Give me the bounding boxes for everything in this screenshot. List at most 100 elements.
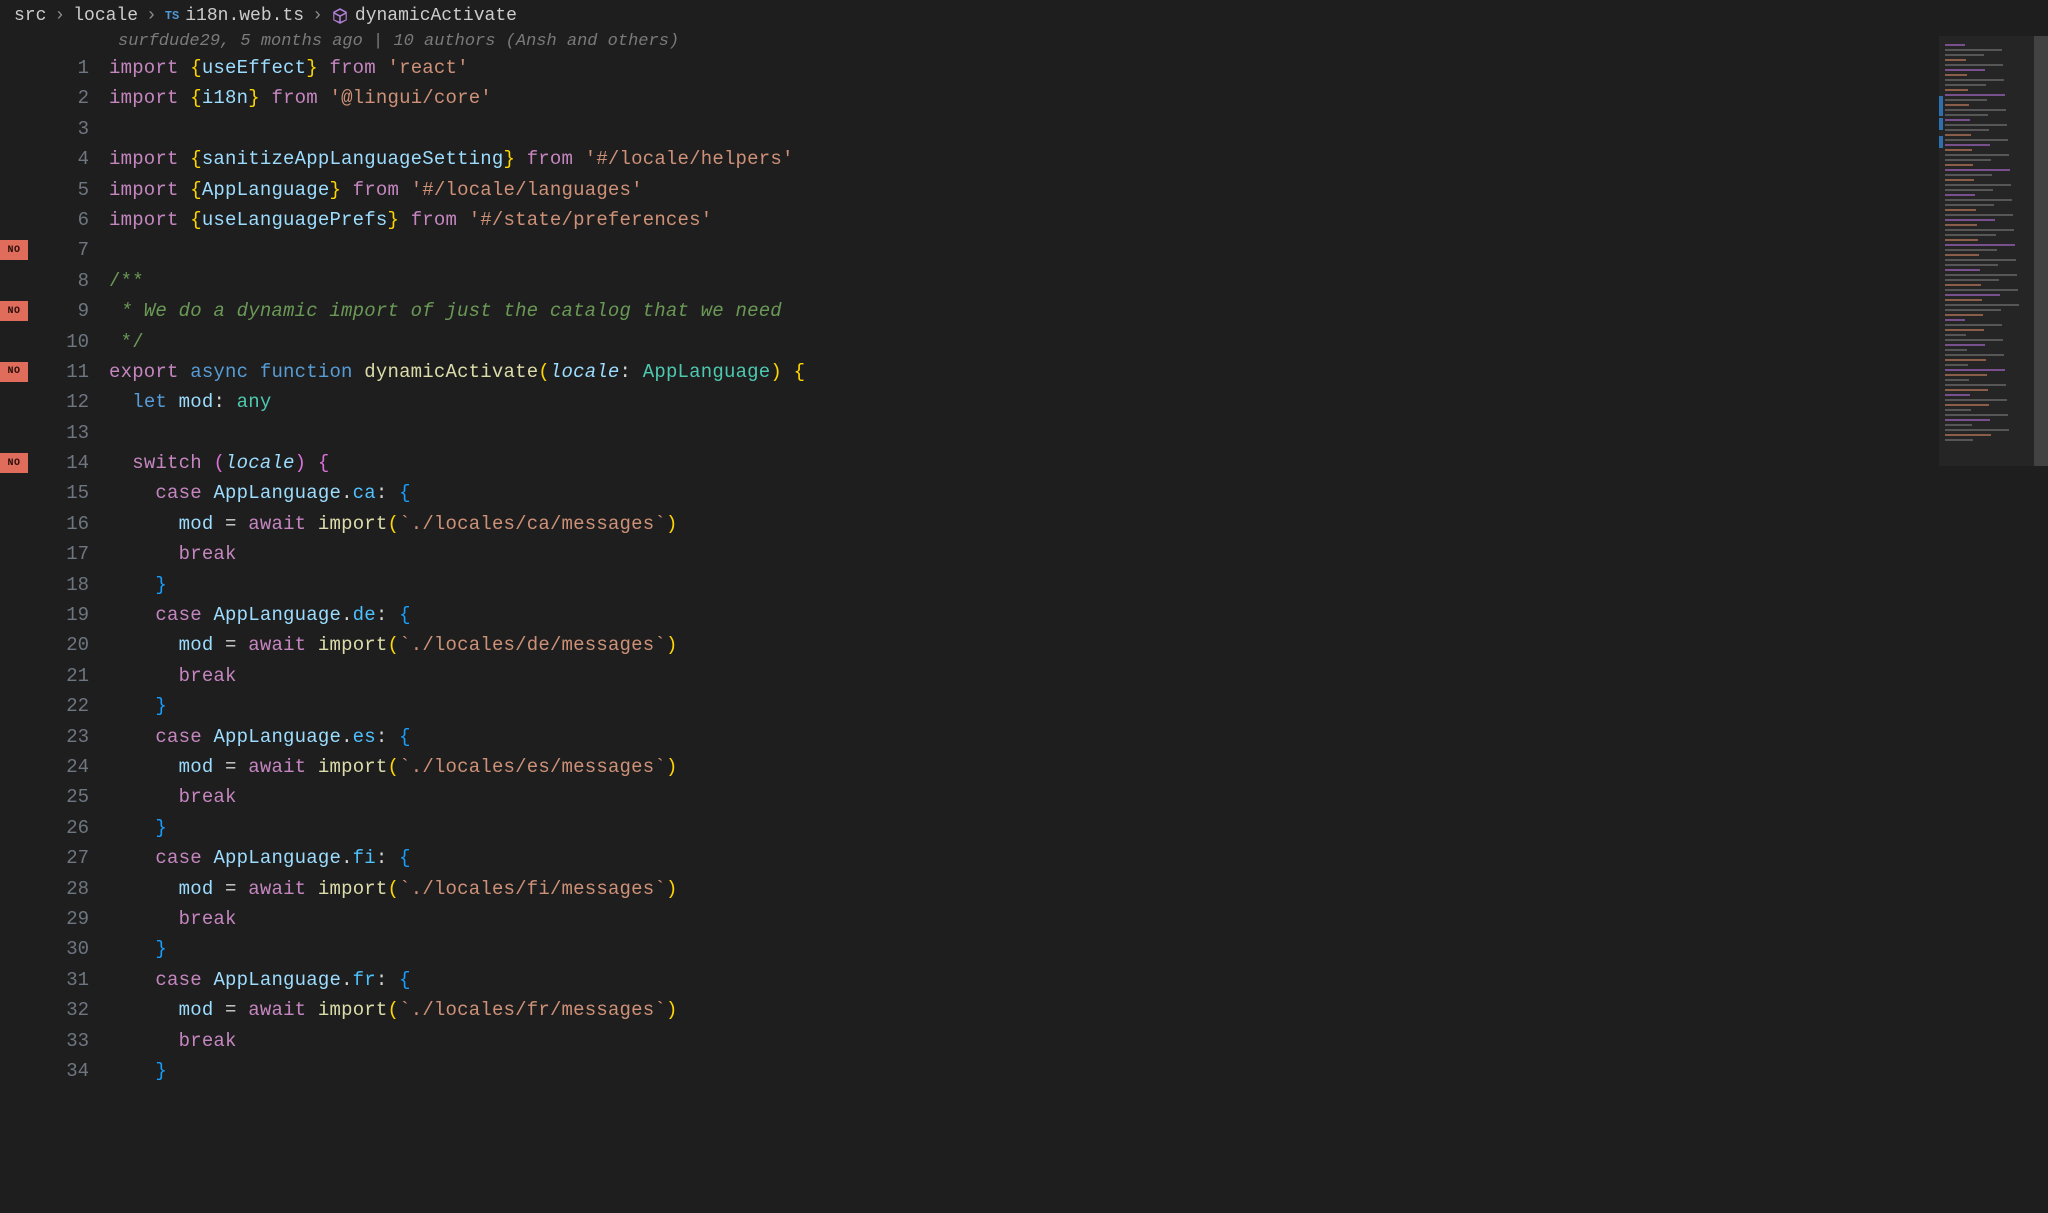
code-line[interactable]: 5import {AppLanguage} from '#/locale/lan… [0,175,2048,205]
line-number[interactable]: 20 [49,630,109,660]
code-line[interactable]: 33 break [0,1026,2048,1056]
code-line[interactable]: NO 11export async function dynamicActivat… [0,357,2048,387]
line-number[interactable]: 29 [49,904,109,934]
line-number[interactable]: 32 [49,995,109,1025]
code-content[interactable]: break [109,782,237,812]
diagnostic-badge[interactable]: NO [0,301,28,321]
code-line[interactable]: 23 case AppLanguage.es: { [0,722,2048,752]
code-content[interactable]: mod = await import(`./locales/fr/message… [109,995,678,1025]
line-number[interactable]: 14 [49,448,109,478]
code-line[interactable]: 25 break [0,782,2048,812]
line-number[interactable]: 2 [49,83,109,113]
code-line[interactable]: 30 } [0,934,2048,964]
code-content[interactable]: import {useLanguagePrefs} from '#/state/… [109,205,712,235]
code-content[interactable]: break [109,661,237,691]
line-number[interactable]: 3 [49,114,109,144]
code-line[interactable]: 26 } [0,813,2048,843]
line-number[interactable]: 1 [49,53,109,83]
code-line[interactable]: 21 break [0,661,2048,691]
line-number[interactable]: 18 [49,570,109,600]
code-line[interactable]: 20 mod = await import(`./locales/de/mess… [0,630,2048,660]
line-number[interactable]: 6 [49,205,109,235]
diagnostic-badge[interactable]: NO [0,240,28,260]
code-line[interactable]: 12 let mod: any [0,387,2048,417]
line-number[interactable]: 26 [49,813,109,843]
code-lines[interactable]: 1import {useEffect} from 'react'2import … [0,53,2048,1086]
code-line[interactable]: 10 */ [0,327,2048,357]
line-number[interactable]: 10 [49,327,109,357]
line-number[interactable]: 8 [49,266,109,296]
line-number[interactable]: 27 [49,843,109,873]
code-content[interactable]: break [109,539,237,569]
code-content[interactable]: * We do a dynamic import of just the cat… [109,296,782,326]
code-line[interactable]: 27 case AppLanguage.fi: { [0,843,2048,873]
diagnostic-badge[interactable]: NO [0,453,28,473]
code-line[interactable]: 32 mod = await import(`./locales/fr/mess… [0,995,2048,1025]
code-content[interactable]: break [109,904,237,934]
code-content[interactable]: } [109,1056,167,1086]
code-line[interactable]: 16 mod = await import(`./locales/ca/mess… [0,509,2048,539]
line-number[interactable]: 24 [49,752,109,782]
code-line[interactable]: NO 9 * We do a dynamic import of just the… [0,296,2048,326]
code-content[interactable]: */ [109,327,144,357]
line-number[interactable]: 23 [49,722,109,752]
line-number[interactable]: 11 [49,357,109,387]
code-content[interactable]: let mod: any [109,387,271,417]
code-line[interactable]: 13 [0,418,2048,448]
code-content[interactable]: import {sanitizeAppLanguageSetting} from… [109,144,794,174]
code-line[interactable]: 8/** [0,266,2048,296]
line-number[interactable]: 22 [49,691,109,721]
code-content[interactable]: break [109,1026,237,1056]
line-number[interactable]: 7 [49,235,109,265]
code-content[interactable]: mod = await import(`./locales/es/message… [109,752,678,782]
code-content[interactable]: switch (locale) { [109,448,330,478]
code-line[interactable]: 28 mod = await import(`./locales/fi/mess… [0,874,2048,904]
line-number[interactable]: 19 [49,600,109,630]
line-number[interactable]: 12 [49,387,109,417]
breadcrumb-file[interactable]: TS i18n.web.ts [165,6,304,26]
code-content[interactable]: case AppLanguage.fr: { [109,965,411,995]
code-content[interactable]: export async function dynamicActivate(lo… [109,357,805,387]
code-line[interactable]: NO 14 switch (locale) { [0,448,2048,478]
breadcrumb-symbol[interactable]: dynamicActivate [331,6,517,26]
code-line[interactable]: 22 } [0,691,2048,721]
code-content[interactable]: import {useEffect} from 'react' [109,53,469,83]
breadcrumb-folder[interactable]: src [14,6,46,26]
code-content[interactable]: case AppLanguage.ca: { [109,478,411,508]
line-number[interactable]: 5 [49,175,109,205]
line-number[interactable]: 13 [49,418,109,448]
line-number[interactable]: 16 [49,509,109,539]
line-number[interactable]: 25 [49,782,109,812]
code-content[interactable]: } [109,934,167,964]
code-line[interactable]: 19 case AppLanguage.de: { [0,600,2048,630]
line-number[interactable]: 9 [49,296,109,326]
code-content[interactable]: import {i18n} from '@lingui/core' [109,83,492,113]
code-content[interactable]: mod = await import(`./locales/de/message… [109,630,678,660]
line-number[interactable]: 30 [49,934,109,964]
code-content[interactable]: mod = await import(`./locales/fi/message… [109,874,678,904]
diagnostic-badge[interactable]: NO [0,362,28,382]
line-number[interactable]: 15 [49,478,109,508]
line-number[interactable]: 4 [49,144,109,174]
code-line[interactable]: 1import {useEffect} from 'react' [0,53,2048,83]
code-content[interactable]: /** [109,266,144,296]
line-number[interactable]: 34 [49,1056,109,1086]
code-line[interactable]: 29 break [0,904,2048,934]
code-content[interactable]: case AppLanguage.fi: { [109,843,411,873]
code-line[interactable]: 18 } [0,570,2048,600]
minimap-scrollbar[interactable] [2034,36,2048,466]
code-line[interactable]: 34 } [0,1056,2048,1086]
code-content[interactable]: import {AppLanguage} from '#/locale/lang… [109,175,643,205]
line-number[interactable]: 33 [49,1026,109,1056]
code-line[interactable]: 15 case AppLanguage.ca: { [0,478,2048,508]
line-number[interactable]: 28 [49,874,109,904]
minimap[interactable] [1938,36,2048,1213]
code-content[interactable]: } [109,570,167,600]
code-line[interactable]: 6import {useLanguagePrefs} from '#/state… [0,205,2048,235]
code-line[interactable]: NO 7 [0,235,2048,265]
line-number[interactable]: 17 [49,539,109,569]
code-line[interactable]: 3 [0,114,2048,144]
code-content[interactable]: } [109,813,167,843]
code-line[interactable]: 2import {i18n} from '@lingui/core' [0,83,2048,113]
breadcrumb-folder[interactable]: locale [73,6,138,26]
